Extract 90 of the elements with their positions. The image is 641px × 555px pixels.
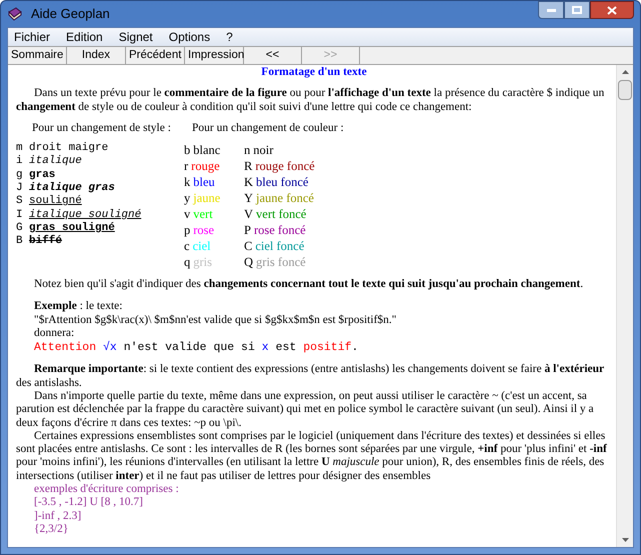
close-icon <box>607 6 617 14</box>
menu-item[interactable]: Signet <box>116 28 155 46</box>
style-code: i <box>16 155 24 169</box>
menu-item[interactable]: Fichier <box>12 28 52 46</box>
color-code: V <box>244 206 254 222</box>
example-source: "$rAttention $g$k\rac(x)\ $m$nn'est valide que si $g$kx$m$n est $rpositif$n." <box>34 314 398 328</box>
example-output-text: n'est valide que si <box>122 340 256 356</box>
color-sample: vert foncé <box>256 206 306 222</box>
maximize-button[interactable] <box>564 1 590 19</box>
color-sample: ciel <box>192 238 211 254</box>
page-heading: Formatage d'un texte <box>260 66 368 80</box>
example-expression: [-3.5 , -1.2] U [8 , 10.7] <box>34 496 144 510</box>
scrollbar[interactable] <box>616 65 633 547</box>
style-sample: gras souligné <box>29 222 115 234</box>
example-label: Exemple : le texte: <box>34 300 124 314</box>
color-sample: jaune <box>193 190 220 206</box>
example-output-text: x <box>262 340 269 356</box>
body-paragraph: Dans n'importe quelle partie du texte, même dans une expression, on peut aussi utiliser le caractère ~ (c'est un accent, sa parution est déclenchée par la frappe du caractère suivant) qui met en police symbol le caractère suivant (un seul). Ainsi il y a deux façons d'écrire π dans ces textes: ~p ou \pi\. <box>16 390 595 430</box>
color-sample: noir <box>253 142 274 158</box>
example-output-text: Attention <box>34 340 98 356</box>
style-sample: italique souligné <box>29 208 142 222</box>
minimize-button[interactable] <box>538 1 564 19</box>
example-output-text: √x <box>103 340 117 356</box>
style-sample: gras <box>29 168 56 182</box>
style-code: B <box>16 235 24 249</box>
style-code: J <box>16 182 24 196</box>
color-code: Y <box>244 190 254 206</box>
style-sample: biffé <box>29 235 62 249</box>
style-sample: italique <box>29 155 82 169</box>
color-sample: bleu foncé <box>256 174 308 190</box>
example-output-text: est <box>274 340 298 356</box>
color-code: c <box>184 238 190 254</box>
style-sample: droit maigre <box>29 142 108 155</box>
menu-item[interactable]: Options <box>166 28 212 46</box>
color-sample: vert <box>193 206 213 222</box>
color-code: q <box>184 254 190 270</box>
style-sample: souligné <box>29 195 82 209</box>
scrollbar-thumb[interactable] <box>618 80 632 100</box>
example-output-text: . <box>352 340 358 356</box>
toolbar-button[interactable]: Précédent <box>126 47 185 64</box>
color-sample: rouge foncé <box>255 158 315 174</box>
color-code: K <box>244 174 254 190</box>
color-code: R <box>244 158 252 174</box>
toolbar-button[interactable]: Impression <box>185 47 244 64</box>
menu-item[interactable]: ? <box>224 28 235 46</box>
example-expression: ]-inf , 2.3] <box>34 510 82 523</box>
color-sample: jaune foncé <box>256 190 314 206</box>
style-code: I <box>16 208 24 222</box>
intro-paragraph: Dans un texte prévu pour le commentaire de la figure ou pour l'affichage d'un texte la présence du caractère $ indique un changement de style ou de couleur à condition qu'il soit suivi d'une lettre qui code ce changement: <box>16 87 606 114</box>
color-sample: rose foncé <box>254 222 306 238</box>
section-label: Pour un changement de couleur : <box>192 122 344 136</box>
style-sample: italique gras <box>29 182 115 195</box>
color-sample: ciel foncé <box>255 238 304 254</box>
color-sample: blanc <box>193 142 220 158</box>
example-output-text: positif <box>303 340 352 356</box>
color-code: k <box>184 174 190 190</box>
color-code: Q <box>244 254 254 270</box>
style-code: g <box>16 168 24 182</box>
example-gives: donnera: <box>34 327 76 340</box>
minimize-icon <box>546 8 556 12</box>
body-paragraph: Certaines expressions ensemblistes sont comprises par le logiciel (uniquement dans l'écriture des textes) et dessinées si elles sont placées entre antislashs. Ce sont : les intervalles de R (les bornes sont séparées par une virgule, +inf pour 'plus infini' et -inf pour 'moins infini'), les réunions d'intervalles (en utilisant la lettre U majuscule pour union), R, des ensembles finis de réels, des intersections (utiliser inter) et il ne faut pas utiliser de lettres pour désigner des ensembles <box>16 430 608 484</box>
color-code: y <box>184 190 190 206</box>
book-icon <box>7 6 23 22</box>
color-sample: gris foncé <box>256 254 306 270</box>
color-code: v <box>184 206 190 222</box>
color-code: b <box>184 142 190 158</box>
close-button[interactable] <box>590 1 634 19</box>
body-paragraph: Remarque importante: si le texte contient des expressions (entre antislashs) les changements doivent se faire à l'extérieur des antislashs. <box>16 363 606 390</box>
maximize-icon <box>572 6 582 14</box>
section-label: Pour un changement de style : <box>32 122 172 136</box>
color-code: p <box>184 222 190 238</box>
color-sample: gris <box>193 254 212 270</box>
color-sample: rose <box>193 222 214 238</box>
examples-title: exemples d'écriture comprises : <box>34 483 180 496</box>
toolbar-button[interactable]: << <box>244 47 302 64</box>
color-sample: bleu <box>193 174 215 190</box>
color-code: r <box>184 158 188 174</box>
style-code: m <box>16 142 24 155</box>
color-code: n <box>244 142 250 158</box>
color-code: P <box>244 222 251 238</box>
color-code: C <box>244 238 252 254</box>
color-sample: rouge <box>191 158 220 174</box>
note-paragraph: Notez bien qu'il s'agit d'indiquer des changements concernant tout le texte qui suit jusqu'au prochain changement. <box>34 278 584 292</box>
example-expression: {2,3/2} <box>34 522 70 536</box>
window-title: Aide Geoplan <box>31 5 110 24</box>
style-code: S <box>16 195 24 209</box>
menu-item[interactable]: Edition <box>64 28 105 46</box>
toolbar-button[interactable]: Sommaire <box>8 47 67 64</box>
toolbar-button[interactable]: Index <box>67 47 126 64</box>
style-code: G <box>16 222 24 236</box>
